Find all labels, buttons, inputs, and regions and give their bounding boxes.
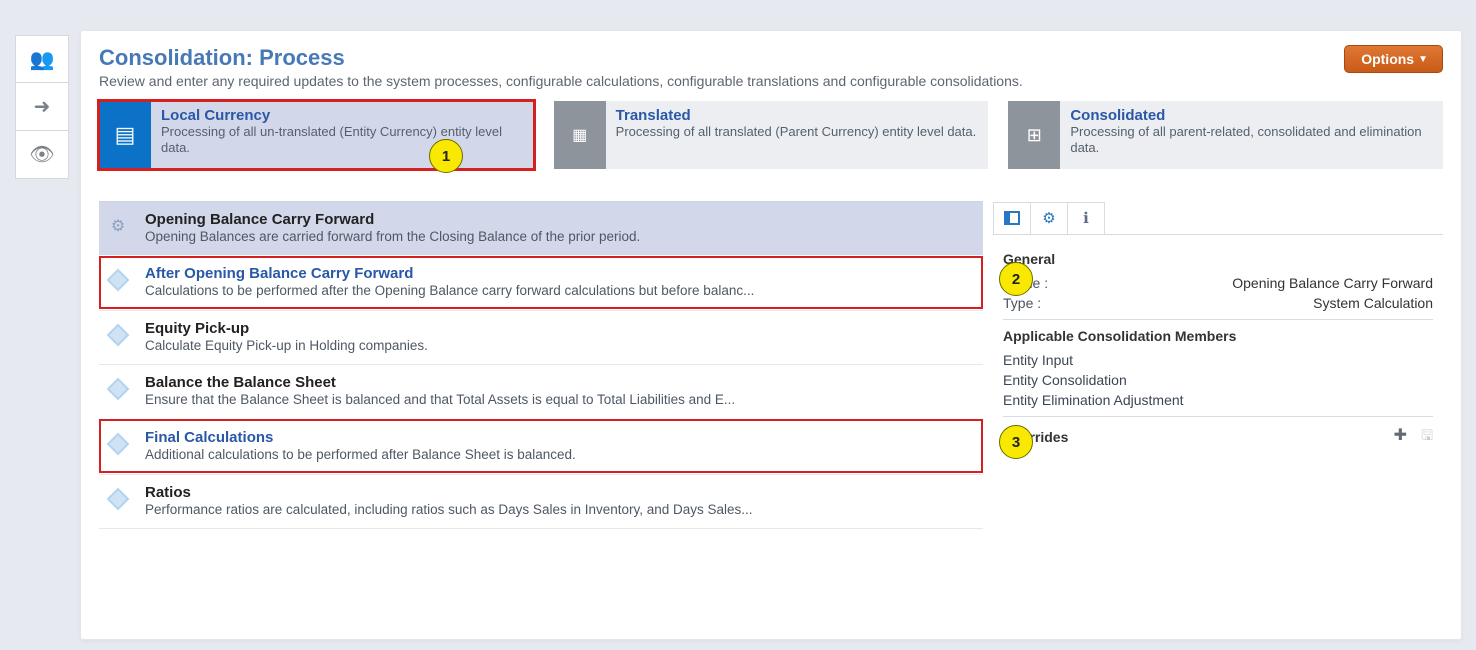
- item-body: Balance the Balance Sheet Ensure that th…: [145, 374, 735, 407]
- members-list: Entity Input Entity Consolidation Entity…: [1003, 352, 1433, 408]
- process-list: Opening Balance Carry Forward Opening Ba…: [99, 201, 983, 529]
- puzzle-icon: ⊞: [1027, 125, 1042, 146]
- item-body: Opening Balance Carry Forward Opening Ba…: [145, 211, 640, 244]
- tile-translated-title: Translated: [616, 107, 979, 124]
- divider: [1003, 416, 1433, 417]
- overrides-row: Overrides: [1003, 425, 1433, 449]
- item-title: Ratios: [145, 484, 753, 501]
- tile-consolidated-sub: Processing of all parent-related, consol…: [1070, 124, 1433, 157]
- options-label: Options: [1361, 51, 1414, 67]
- members-label: Applicable Consolidation Members: [1003, 328, 1433, 344]
- item-title: Final Calculations: [145, 429, 576, 446]
- tile-local-currency[interactable]: ▤ Local Currency Processing of all un-tr…: [99, 101, 534, 169]
- page-title: Consolidation: Process: [99, 45, 1023, 71]
- diamond-icon: [105, 376, 131, 402]
- item-sub: Ensure that the Balance Sheet is balance…: [145, 392, 735, 407]
- tile-consolidated[interactable]: ⊞ Consolidated Processing of all parent-…: [1008, 101, 1443, 169]
- item-body: Equity Pick-up Calculate Equity Pick-up …: [145, 320, 428, 353]
- add-override-button[interactable]: [1394, 425, 1407, 449]
- main-panel: Consolidation: Process Review and enter …: [80, 30, 1462, 640]
- item-title: After Opening Balance Carry Forward: [145, 265, 754, 282]
- gear-icon: [1042, 209, 1055, 227]
- diamond-icon: [105, 486, 131, 512]
- item-sub: Calculations to be performed after the O…: [145, 283, 754, 298]
- overrides-actions: [1394, 425, 1433, 449]
- header-row: Consolidation: Process Review and enter …: [99, 45, 1443, 89]
- item-title: Opening Balance Carry Forward: [145, 211, 640, 228]
- item-title: Equity Pick-up: [145, 320, 428, 337]
- name-value: Opening Balance Carry Forward: [1232, 275, 1433, 291]
- gear-icon: [105, 213, 131, 239]
- inspector-tab-layout[interactable]: [993, 202, 1031, 234]
- list-item-opening-balance[interactable]: Opening Balance Carry Forward Opening Ba…: [99, 201, 983, 255]
- header-text: Consolidation: Process Review and enter …: [99, 45, 1023, 89]
- page-subtitle: Review and enter any required updates to…: [99, 73, 1023, 89]
- tile-translated[interactable]: ▦ Translated Processing of all translate…: [554, 101, 989, 169]
- type-label: Type :: [1003, 295, 1041, 311]
- list-item-after-opening[interactable]: After Opening Balance Carry Forward Calc…: [99, 256, 983, 309]
- process-tiles: ▤ Local Currency Processing of all un-tr…: [99, 101, 1443, 169]
- member-item: Entity Elimination Adjustment: [1003, 392, 1433, 408]
- callout-3: 3: [999, 425, 1033, 459]
- rail-view-button[interactable]: [15, 131, 69, 179]
- list-item-equity-pickup[interactable]: Equity Pick-up Calculate Equity Pick-up …: [99, 310, 983, 364]
- general-label: General: [1003, 251, 1433, 267]
- caret-down-icon: ▼: [1418, 54, 1428, 65]
- currency-icon: ▤: [115, 122, 136, 148]
- grid-icon: ▦: [572, 125, 587, 145]
- save-override-button[interactable]: [1421, 425, 1433, 449]
- callout-2: 2: [999, 262, 1033, 296]
- people-icon: [30, 47, 55, 72]
- member-item: Entity Input: [1003, 352, 1433, 368]
- eye-icon: [29, 142, 54, 167]
- list-item-final-calc[interactable]: Final Calculations Additional calculatio…: [99, 419, 983, 473]
- tile-translated-icon: ▦: [554, 101, 606, 169]
- layout-icon: [1004, 211, 1020, 225]
- diamond-icon: [105, 322, 131, 348]
- rail-people-button[interactable]: [15, 35, 69, 83]
- inspector-body: General Name : Opening Balance Carry For…: [993, 235, 1443, 459]
- diamond-icon: [105, 267, 131, 293]
- diamond-icon: [105, 431, 131, 457]
- tile-consolidated-body: Consolidated Processing of all parent-re…: [1060, 101, 1443, 169]
- tile-translated-sub: Processing of all translated (Parent Cur…: [616, 124, 979, 140]
- arrow-icon: [34, 94, 51, 119]
- list-item-ratios[interactable]: Ratios Performance ratios are calculated…: [99, 474, 983, 529]
- rail-arrow-button[interactable]: [15, 83, 69, 131]
- member-item: Entity Consolidation: [1003, 372, 1433, 388]
- kv-type: Type : System Calculation: [1003, 295, 1433, 311]
- item-body: Ratios Performance ratios are calculated…: [145, 484, 753, 517]
- item-sub: Performance ratios are calculated, inclu…: [145, 502, 753, 517]
- content-row: Opening Balance Carry Forward Opening Ba…: [99, 201, 1443, 529]
- info-icon: [1083, 209, 1089, 227]
- item-sub: Calculate Equity Pick-up in Holding comp…: [145, 338, 428, 353]
- tile-local-icon: ▤: [99, 101, 151, 169]
- divider: [1003, 319, 1433, 320]
- inspector-panel: General Name : Opening Balance Carry For…: [993, 201, 1443, 529]
- item-body: After Opening Balance Carry Forward Calc…: [145, 265, 758, 298]
- callout-1: 1: [429, 139, 463, 173]
- tile-local-title: Local Currency: [161, 107, 524, 124]
- list-item-balance-sheet[interactable]: Balance the Balance Sheet Ensure that th…: [99, 364, 983, 418]
- item-title: Balance the Balance Sheet: [145, 374, 735, 391]
- tile-translated-body: Translated Processing of all translated …: [606, 101, 989, 169]
- options-button[interactable]: Options ▼: [1344, 45, 1443, 73]
- item-sub: Additional calculations to be performed …: [145, 447, 576, 462]
- type-value: System Calculation: [1313, 295, 1433, 311]
- inspector-tab-settings[interactable]: [1030, 202, 1068, 234]
- tile-local-sub: Processing of all un-translated (Entity …: [161, 124, 524, 157]
- tile-consolidated-icon: ⊞: [1008, 101, 1060, 169]
- left-rail: [15, 35, 69, 179]
- item-sub: Opening Balances are carried forward fro…: [145, 229, 640, 244]
- item-body: Final Calculations Additional calculatio…: [145, 429, 580, 462]
- inspector-tab-info[interactable]: [1067, 202, 1105, 234]
- tile-consolidated-title: Consolidated: [1070, 107, 1433, 124]
- inspector-tabs: [993, 201, 1443, 235]
- kv-name: Name : Opening Balance Carry Forward: [1003, 275, 1433, 291]
- tile-local-body: Local Currency Processing of all un-tran…: [151, 101, 534, 169]
